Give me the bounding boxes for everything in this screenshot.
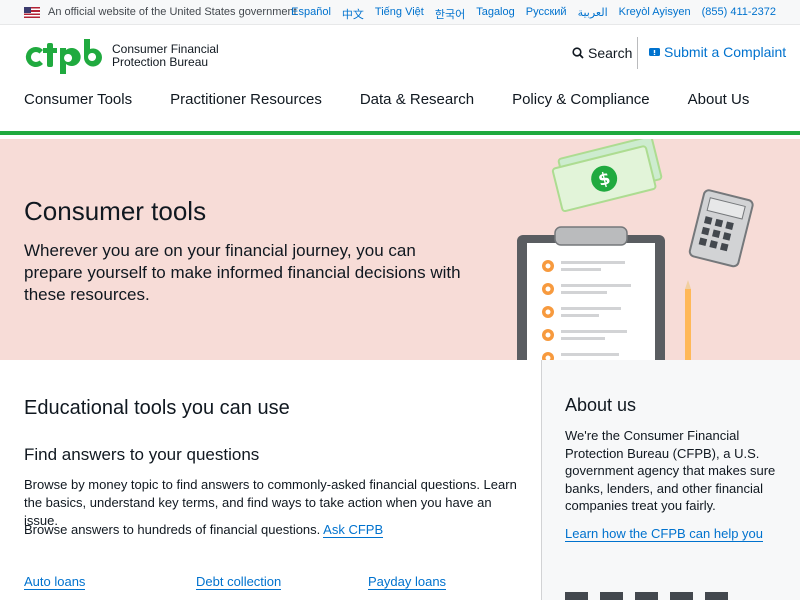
main-content: Educational tools you can use Find answe… (0, 360, 540, 600)
browse-text: Browse answers to hundreds of financial … (24, 522, 384, 538)
nav-item-practitioner-resources[interactable]: Practitioner Resources (170, 91, 322, 108)
facebook-icon[interactable] (565, 592, 588, 600)
language-links: Español 中文 Tiếng Việt 한국어 Tagalog Русски… (291, 6, 776, 22)
clipboard-illustration: $ (517, 139, 754, 360)
nav-item-consumer-tools[interactable]: Consumer Tools (24, 91, 132, 108)
hero-section: Consumer tools Wherever you are on your … (0, 139, 800, 360)
lang-link-tagalog[interactable]: Tagalog (476, 6, 515, 22)
nav-item-data-research[interactable]: Data & Research (360, 91, 474, 108)
lang-link-chinese[interactable]: 中文 (342, 6, 364, 22)
logo-text: Consumer Financial Protection Bureau (112, 42, 219, 69)
cfpb-logo-icon (25, 39, 102, 74)
topic-link-debt-collection[interactable]: Debt collection (196, 574, 282, 590)
about-text: We're the Consumer Financial Protection … (565, 428, 776, 513)
subsection-heading: Find answers to your questions (24, 445, 260, 464)
gov-banner: An official website of the United States… (0, 0, 800, 25)
lang-link-vietnamese[interactable]: Tiếng Việt (375, 6, 424, 22)
nav-item-policy-compliance[interactable]: Policy & Compliance (512, 91, 650, 108)
about-title: About us (565, 395, 637, 415)
gov-banner-text: An official website of the United States… (48, 6, 297, 18)
social-links (565, 592, 728, 600)
search-button[interactable]: Search (572, 45, 632, 61)
about-sidebar: About us We're the Consumer Financial Pr… (541, 360, 800, 600)
lang-link-korean[interactable]: 한국어 (435, 6, 465, 22)
lang-link-haitian-creole[interactable]: Kreyòl Ayisyen (619, 6, 691, 22)
main-nav: Consumer Tools Practitioner Resources Da… (24, 91, 749, 108)
submit-complaint-button[interactable]: Submit a Complaint (649, 44, 786, 60)
site-header: Consumer Financial Protection Bureau Sea… (0, 25, 800, 135)
learn-more-link[interactable]: Learn how the CFPB can help you (565, 526, 764, 542)
search-icon (572, 47, 584, 59)
phone-link[interactable]: (855) 411-2372 (702, 6, 776, 22)
page-title: Consumer tools (24, 196, 207, 226)
linkedin-icon[interactable] (635, 592, 658, 600)
cfpb-logo[interactable]: Consumer Financial Protection Bureau (22, 35, 222, 79)
lang-link-russian[interactable]: Русский (526, 6, 567, 22)
twitter-icon[interactable] (600, 592, 623, 600)
youtube-icon[interactable] (670, 592, 693, 600)
nav-item-about-us[interactable]: About Us (688, 91, 750, 108)
lang-link-espanol[interactable]: Español (291, 6, 331, 22)
topic-link-payday-loans[interactable]: Payday loans (368, 574, 447, 590)
hero-description: Wherever you are on your financial journ… (24, 241, 461, 304)
lang-link-arabic[interactable]: العربية (578, 6, 608, 22)
complaint-icon (649, 47, 660, 56)
email-icon[interactable] (705, 592, 728, 600)
ask-cfpb-link[interactable]: Ask CFPB (323, 522, 384, 538)
header-divider (637, 37, 638, 69)
topic-link-auto-loans[interactable]: Auto loans (24, 574, 86, 590)
us-flag-icon (24, 7, 40, 18)
section-heading: Educational tools you can use (24, 397, 290, 419)
complaint-label: Submit a Complaint (664, 44, 787, 60)
search-label: Search (588, 45, 633, 61)
